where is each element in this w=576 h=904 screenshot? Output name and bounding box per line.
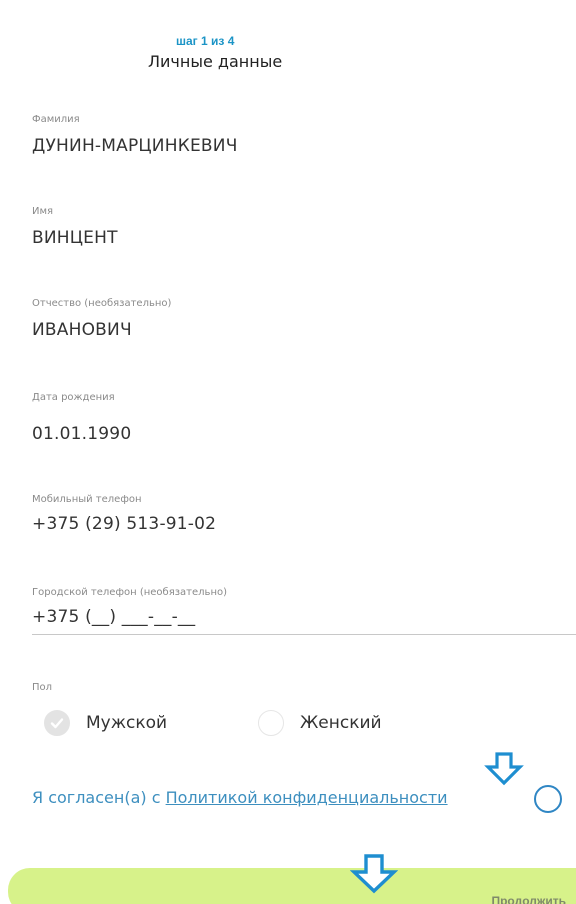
last-name-field[interactable]: ДУНИН-МАРЦИНКЕВИЧ [32, 136, 238, 156]
consent-text: Я согласен(а) с Политикой конфиденциальн… [32, 788, 448, 807]
consent-prefix: Я согласен(а) с [32, 788, 166, 807]
continue-button-label: Продолжить [491, 894, 566, 904]
first-name-label: Имя [32, 206, 54, 217]
gender-male-label: Мужской [86, 713, 168, 733]
home-phone-label: Городской телефон (необязательно) [32, 587, 227, 598]
mobile-phone-field[interactable]: +375 (29) 513-91-02 [32, 514, 216, 534]
privacy-policy-link[interactable]: Политикой конфиденциальности [166, 788, 448, 807]
birth-date-field[interactable]: 01.01.1990 [32, 424, 131, 444]
personal-data-page: шаг 1 из 4 Личные данные Фамилия ДУНИН-М… [0, 0, 576, 904]
gender-female-radio[interactable] [258, 710, 284, 736]
step-indicator: шаг 1 из 4 [176, 34, 235, 48]
gender-option-female[interactable]: Женский [258, 708, 382, 738]
gender-option-male[interactable]: Мужской [44, 708, 167, 738]
patronymic-field[interactable]: ИВАНОВИЧ [32, 320, 132, 340]
arrow-down-icon [484, 752, 524, 786]
birth-date-label: Дата рождения [32, 392, 115, 403]
mobile-phone-label: Мобильный телефон [32, 494, 142, 505]
page-title: Личные данные [148, 52, 283, 71]
consent-radio[interactable] [534, 785, 562, 813]
gender-female-label: Женский [300, 713, 382, 733]
continue-button[interactable]: Продолжить [8, 868, 576, 904]
gender-label: Пол [32, 682, 53, 693]
home-phone-underline [32, 634, 576, 635]
home-phone-field[interactable]: +375 (__) ___-__-__ [32, 607, 195, 627]
first-name-field[interactable]: ВИНЦЕНТ [32, 228, 118, 248]
patronymic-label: Отчество (необязательно) [32, 298, 172, 309]
gender-male-radio[interactable] [44, 710, 70, 736]
arrow-down-icon [350, 854, 398, 894]
check-icon [50, 718, 64, 729]
last-name-label: Фамилия [32, 114, 80, 125]
